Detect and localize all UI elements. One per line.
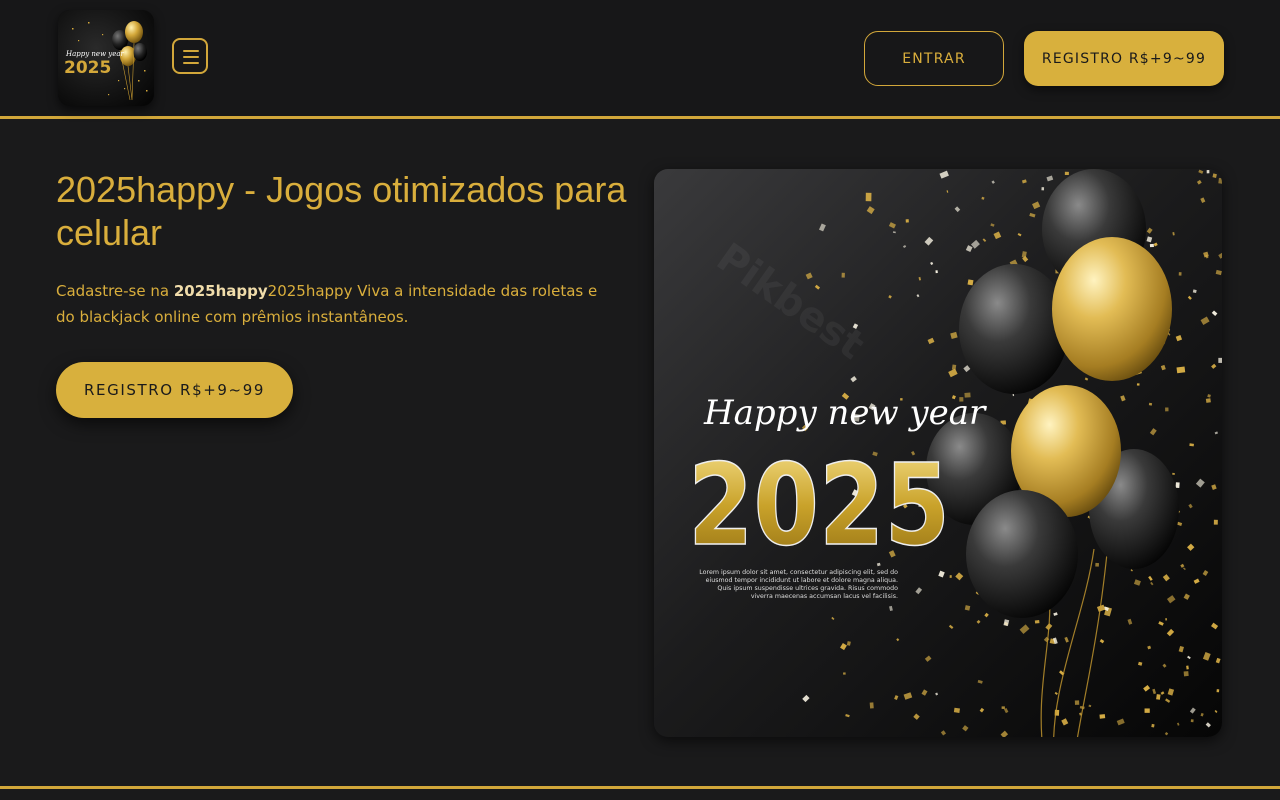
banner-body-line: Lorem ipsum dolor sit amet, consectetur … [699, 569, 898, 576]
menu-icon-bar [183, 56, 199, 58]
logo-tagline: Happy new year [65, 50, 125, 58]
hero-desc-intro: Cadastre-se na [56, 282, 174, 300]
banner-headline: Happy new year [703, 393, 987, 433]
menu-icon-bar [183, 50, 199, 52]
hero-description: Cadastre-se na 2025happy2025happy Viva a… [56, 278, 616, 330]
banner-body-line: eiusmod tempor incididunt ut labore et d… [706, 577, 898, 584]
banner-year: 2025 [688, 441, 950, 571]
footer-divider [0, 786, 1280, 789]
register-button-hero[interactable]: REGISTRO R$+9~99 [56, 362, 293, 418]
register-button-header[interactable]: REGISTRO R$+9~99 [1024, 31, 1224, 86]
hero-title: 2025happy - Jogos otimizados para celula… [56, 169, 627, 253]
banner-body-line: viverra maecenas accumsan lacus vel faci… [751, 593, 898, 600]
site-header: Happy new year 2025 ENTRAR REGISTRO R$+9… [0, 0, 1280, 119]
site-logo[interactable]: Happy new year 2025 [58, 10, 154, 106]
promo-banner-image: Pikbest Happy new year 2025 Lorem ipsum … [654, 169, 1222, 737]
menu-icon-bar [183, 62, 199, 64]
login-button[interactable]: ENTRAR [864, 31, 1004, 86]
hero-desc-brand: 2025happy [173, 282, 268, 300]
hamburger-menu-button[interactable] [172, 38, 208, 74]
banner-body-line: Quis ipsum suspendisse ultrices gravida.… [717, 585, 898, 592]
logo-year: 2025 [64, 58, 111, 78]
